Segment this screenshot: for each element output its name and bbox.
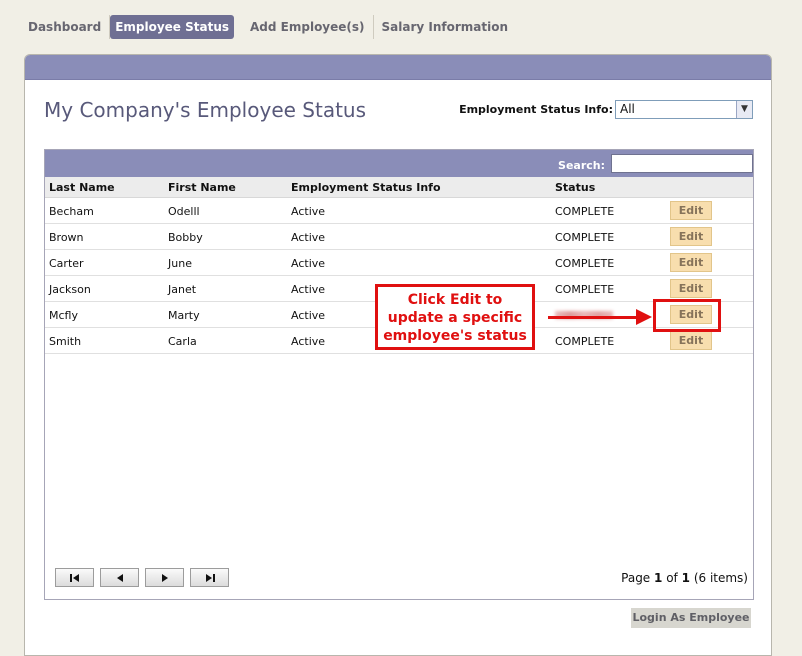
annotation-arrow-line: [548, 316, 638, 319]
cell-last-name: Brown: [49, 231, 84, 244]
pager-of: of: [666, 571, 678, 585]
annotation-arrow-icon: [636, 309, 652, 325]
callout-line-3: employee's status: [383, 328, 527, 344]
tab-employee-status[interactable]: Employee Status: [110, 15, 235, 39]
edit-button[interactable]: Edit: [670, 331, 712, 350]
cell-status: COMPLETE: [555, 257, 615, 270]
pager-info: Page 1 of 1 (6 items): [621, 571, 748, 585]
cell-last-name: Jackson: [49, 283, 91, 296]
cell-status-info: Active: [291, 205, 326, 218]
tab-add-employees[interactable]: Add Employee(s): [242, 15, 374, 39]
next-page-icon: [161, 573, 168, 582]
employee-grid: Search: Last Name First Name Employment …: [44, 149, 754, 600]
cell-last-name: Mcfly: [49, 309, 78, 322]
last-page-icon: [205, 573, 215, 582]
table-row: Carter June Active COMPLETE Edit: [45, 250, 753, 276]
search-input[interactable]: [611, 154, 753, 173]
pager-current: 1: [654, 571, 663, 585]
cell-first-name: Odelll: [168, 205, 200, 218]
callout-line-2: update a specific: [387, 310, 523, 326]
status-filter: Employment Status Info: All ▼: [459, 100, 753, 119]
cell-last-name: Carter: [49, 257, 84, 270]
tab-dashboard[interactable]: Dashboard: [20, 15, 111, 39]
cell-first-name: Marty: [168, 309, 200, 322]
edit-button[interactable]: Edit: [670, 227, 712, 246]
previous-page-icon: [116, 573, 123, 582]
last-page-button[interactable]: [190, 568, 229, 587]
edit-button[interactable]: Edit: [670, 279, 712, 298]
pager-total: 1: [681, 571, 690, 585]
edit-button[interactable]: Edit: [670, 253, 712, 272]
cell-status: COMPLETE: [555, 283, 615, 296]
cell-first-name: Bobby: [168, 231, 203, 244]
pager-controls: [55, 568, 229, 587]
status-filter-label: Employment Status Info:: [459, 103, 613, 116]
search-label: Search:: [558, 159, 605, 172]
cell-last-name: Becham: [49, 205, 94, 218]
pager-prefix: Page: [621, 571, 651, 585]
page-title: My Company's Employee Status: [44, 98, 367, 122]
first-page-button[interactable]: [55, 568, 94, 587]
cell-status: COMPLETE: [555, 231, 615, 244]
cell-status-info: Active: [291, 257, 326, 270]
pager-items: (6 items): [693, 571, 748, 585]
previous-page-button[interactable]: [100, 568, 139, 587]
next-page-button[interactable]: [145, 568, 184, 587]
callout-line-1: Click Edit to: [407, 292, 503, 308]
chevron-down-icon[interactable]: ▼: [736, 101, 752, 118]
table-row: Becham Odelll Active COMPLETE Edit: [45, 198, 753, 224]
column-header-status[interactable]: Status: [555, 181, 595, 194]
column-header-last-name[interactable]: Last Name: [49, 181, 115, 194]
tab-salary-information[interactable]: Salary Information: [374, 15, 517, 39]
cell-status: COMPLETE: [555, 335, 615, 348]
top-nav-tabs: Dashboard Employee Status Add Employee(s…: [20, 14, 516, 40]
card-header-bar: [25, 55, 771, 80]
edit-button[interactable]: Edit: [670, 201, 712, 220]
first-page-icon: [69, 573, 79, 582]
annotation-callout: Click Edit to update a specific employee…: [375, 284, 535, 350]
grid-toolbar: Search:: [45, 150, 753, 177]
cell-first-name: June: [168, 257, 192, 270]
cell-status-info: Active: [291, 309, 326, 322]
table-row: Brown Bobby Active COMPLETE Edit: [45, 224, 753, 250]
column-header-first-name[interactable]: First Name: [168, 181, 236, 194]
column-header-employment-status-info[interactable]: Employment Status Info: [291, 181, 441, 194]
cell-status-info: Active: [291, 283, 326, 296]
status-filter-value: All: [620, 102, 635, 116]
cell-last-name: Smith: [49, 335, 82, 348]
cell-status-info: Active: [291, 231, 326, 244]
employee-status-card: My Company's Employee Status Employment …: [24, 54, 772, 656]
cell-first-name: Janet: [168, 283, 197, 296]
status-filter-select[interactable]: All ▼: [615, 100, 753, 119]
cell-first-name: Carla: [168, 335, 197, 348]
grid-column-headers: Last Name First Name Employment Status I…: [45, 177, 753, 198]
annotation-highlight-box: [653, 299, 721, 332]
cell-status-info: Active: [291, 335, 326, 348]
login-as-employee-button[interactable]: Login As Employee: [631, 608, 751, 628]
cell-status: COMPLETE: [555, 205, 615, 218]
